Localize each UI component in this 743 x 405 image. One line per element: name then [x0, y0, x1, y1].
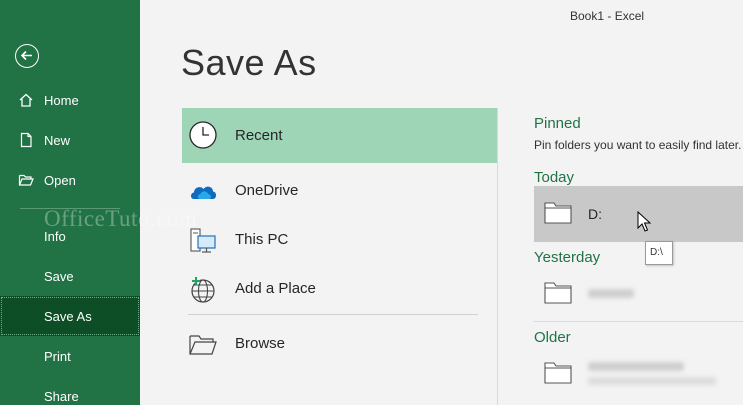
window-title: Book1 - Excel: [570, 9, 645, 23]
redacted-folder-path: [588, 377, 716, 385]
nav-share-label: Share: [44, 389, 79, 404]
location-browse[interactable]: Browse: [182, 320, 498, 368]
onedrive-cloud-icon: [191, 186, 216, 199]
nav-open[interactable]: Open: [0, 161, 140, 199]
location-this-pc[interactable]: This PC: [182, 216, 498, 264]
back-arrow-icon: [20, 50, 32, 61]
nav-new[interactable]: New: [0, 121, 140, 159]
nav-print-label: Print: [44, 349, 71, 364]
save-locations-list: Recent OneDrive This PC Add a Place Brow…: [182, 108, 498, 405]
new-document-icon: [20, 132, 32, 148]
nav-share[interactable]: Share: [0, 377, 140, 405]
location-onedrive-label: OneDrive: [235, 182, 299, 199]
folder-name: D:: [588, 206, 602, 222]
folder-icon: [544, 202, 572, 224]
recent-folder-older[interactable]: [534, 346, 743, 402]
panel-divider: [497, 108, 498, 405]
backstage-nav: Home New Open Info Save Save As Print Sh…: [0, 0, 140, 405]
location-recent[interactable]: Recent: [182, 108, 498, 163]
back-button[interactable]: [15, 44, 39, 68]
nav-home-label: Home: [44, 93, 79, 108]
pinned-subtitle: Pin folders you want to easily find late…: [534, 138, 742, 152]
recent-folder-yesterday[interactable]: [534, 266, 743, 322]
watermark: OfficeTuto.com: [44, 206, 198, 231]
group-divider: [534, 321, 743, 322]
redacted-folder-name: [588, 362, 684, 371]
nav-save-as[interactable]: Save As: [0, 296, 140, 336]
mouse-cursor-icon: [637, 211, 651, 232]
redacted-folder-name: [588, 289, 634, 298]
nav-home[interactable]: Home: [0, 81, 140, 119]
location-add-a-place-label: Add a Place: [235, 280, 316, 297]
location-browse-label: Browse: [235, 335, 286, 352]
today-heading: Today: [534, 169, 575, 186]
open-folder-icon: [18, 174, 34, 186]
nav-save[interactable]: Save: [0, 257, 140, 295]
home-icon: [19, 93, 33, 107]
folder-icon: [544, 362, 572, 384]
location-this-pc-label: This PC: [235, 231, 289, 248]
folder-path-tooltip: D:\: [645, 241, 673, 265]
yesterday-heading: Yesterday: [534, 249, 601, 266]
folder-icon: [544, 282, 572, 304]
globe-add-icon: [191, 277, 215, 303]
nav-save-label: Save: [44, 269, 74, 284]
older-heading: Older: [534, 329, 571, 346]
nav-print[interactable]: Print: [0, 337, 140, 375]
open-folder-icon: [189, 335, 217, 355]
clock-icon: [189, 121, 217, 149]
nav-save-as-label: Save As: [44, 309, 92, 324]
locations-divider: [188, 314, 478, 315]
nav-open-label: Open: [44, 173, 76, 188]
location-add-a-place[interactable]: Add a Place: [182, 265, 498, 313]
location-recent-label: Recent: [235, 127, 283, 144]
page-title: Save As: [181, 42, 317, 83]
location-onedrive[interactable]: OneDrive: [182, 167, 498, 215]
nav-new-label: New: [44, 133, 71, 148]
pinned-heading: Pinned: [534, 115, 581, 132]
